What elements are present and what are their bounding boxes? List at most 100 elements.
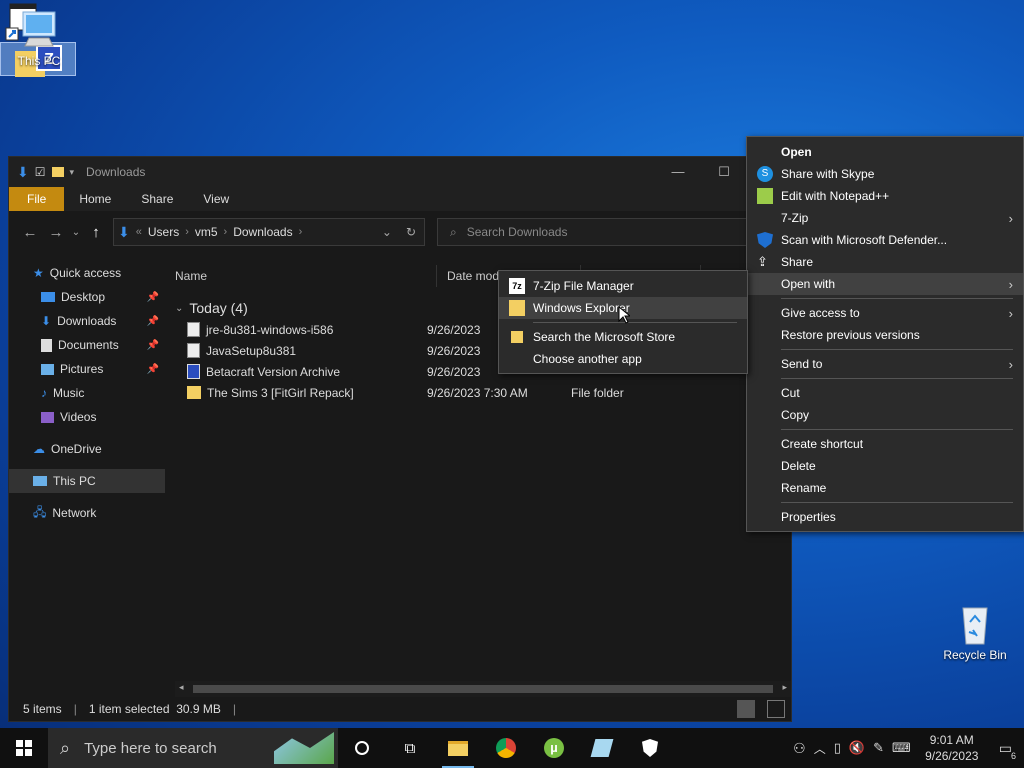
tab-home[interactable]: Home [64, 187, 126, 211]
taskbar-notepad[interactable] [578, 728, 626, 768]
nav-quick-access[interactable]: ★ Quick access [9, 261, 165, 285]
nav-downloads[interactable]: ⬇ Downloads 📌 [9, 309, 165, 333]
nav-desktop[interactable]: Desktop 📌 [9, 285, 165, 309]
chrome-icon [496, 738, 516, 758]
status-bar: 5 items | 1 item selected 30.9 MB | [9, 697, 791, 721]
quick-access-toolbar-dropdown[interactable]: ▾ [70, 167, 75, 178]
horizontal-scrollbar[interactable]: ◂ ▸ [175, 681, 791, 697]
chevron-right-icon[interactable]: › [224, 226, 228, 238]
menu-search-microsoft-store[interactable]: Search the Microsoft Store [499, 326, 747, 348]
recent-locations-dropdown[interactable]: ⌄ [69, 227, 83, 238]
forward-button[interactable]: → [43, 224, 69, 241]
file-name: jre-8u381-windows-i586 [206, 322, 334, 337]
selection-info: 1 item selected 30.9 MB [88, 702, 221, 716]
properties-icon[interactable]: ☑ [35, 165, 46, 179]
menu-create-shortcut[interactable]: Create shortcut [747, 433, 1023, 455]
menu-open[interactable]: Open [747, 141, 1023, 163]
refresh-icon[interactable]: ↻ [398, 225, 424, 239]
pin-icon[interactable]: 📌 [147, 316, 159, 327]
scroll-right-icon[interactable]: ▸ [782, 682, 787, 693]
notepadpp-icon [757, 188, 773, 204]
pin-icon[interactable]: 📌 [147, 340, 159, 351]
clock[interactable]: 9:01 AM 9/26/2023 [919, 732, 985, 764]
menu-properties[interactable]: Properties [747, 506, 1023, 528]
back-button[interactable]: ← [17, 224, 43, 241]
music-note-icon: ♪ [41, 386, 47, 400]
scrollbar-thumb[interactable] [193, 685, 773, 693]
search-icon: ⌕ [60, 737, 71, 758]
chevron-up-icon[interactable]: ︿ [814, 740, 826, 757]
start-button[interactable] [0, 728, 48, 768]
menu-rename[interactable]: Rename [747, 477, 1023, 499]
column-name[interactable]: Name [165, 265, 437, 287]
menu-7zip-file-manager[interactable]: 7z 7-Zip File Manager [499, 275, 747, 297]
breadcrumb-users[interactable]: Users [148, 225, 179, 239]
pin-icon[interactable]: 📌 [147, 364, 159, 375]
download-arrow-icon: ⬇ [118, 223, 130, 240]
task-view-cortana-button[interactable] [338, 728, 386, 768]
taskbar-file-explorer[interactable] [434, 728, 482, 768]
menu-choose-another-app[interactable]: Choose another app [499, 348, 747, 370]
nav-videos[interactable]: Videos [9, 405, 165, 429]
menu-open-with[interactable]: Open with › [747, 273, 1023, 295]
details-view-button[interactable] [737, 700, 755, 718]
nav-pictures[interactable]: Pictures 📌 [9, 357, 165, 381]
search-input[interactable]: ⌕ Search Downloads [437, 218, 749, 246]
breadcrumb-downloads[interactable]: Downloads [233, 225, 292, 239]
breadcrumb-vm5[interactable]: vm5 [195, 225, 218, 239]
up-button[interactable]: ↑ [83, 224, 109, 241]
file-name: JavaSetup8u381 [206, 343, 297, 358]
folder-icon[interactable] [51, 167, 64, 177]
volume-muted-icon[interactable]: 🔇 [849, 740, 865, 756]
notification-center-button[interactable]: ▭ 6 [993, 740, 1018, 761]
nav-music[interactable]: ♪ Music [9, 381, 165, 405]
desktop-icon-recycle-bin[interactable]: Recycle Bin [940, 602, 1010, 662]
tab-share[interactable]: Share [126, 187, 188, 211]
file-name: Betacraft Version Archive [206, 364, 341, 379]
pen-icon[interactable]: ✎ [873, 740, 884, 756]
taskbar: ⌕ Type here to search ⧉ µ ⚇ ︿ ▯ 🔇 ✎ ⌨ 9:… [0, 728, 1024, 768]
taskbar-utorrent[interactable]: µ [530, 728, 578, 768]
desktop-icon-this-pc[interactable]: This PC [4, 8, 74, 68]
address-dropdown-icon[interactable]: ⌄ [382, 225, 392, 239]
nav-this-pc[interactable]: This PC [9, 469, 165, 493]
taskbar-chrome[interactable] [482, 728, 530, 768]
tab-view[interactable]: View [188, 187, 244, 211]
share-icon: ⇪ [757, 254, 768, 269]
store-icon [509, 329, 525, 345]
taskbar-search-box[interactable]: ⌕ Type here to search [48, 728, 338, 768]
minimize-button[interactable]: — [655, 161, 701, 183]
tab-file[interactable]: File [9, 187, 65, 211]
chevron-right-icon[interactable]: › [185, 226, 189, 238]
scroll-left-icon[interactable]: ◂ [179, 682, 184, 693]
task-view-button[interactable]: ⧉ [386, 728, 434, 768]
menu-restore-previous-versions[interactable]: Restore previous versions [747, 324, 1023, 346]
menu-scan-defender[interactable]: Scan with Microsoft Defender... [747, 229, 1023, 251]
menu-share-with-skype[interactable]: S Share with Skype [747, 163, 1023, 185]
pin-icon[interactable]: 📌 [147, 292, 159, 303]
network-icon[interactable]: ▯ [834, 740, 841, 756]
menu-edit-with-notepadpp[interactable]: Edit with Notepad++ [747, 185, 1023, 207]
address-bar[interactable]: ⬇ « Users › vm5 › Downloads › ⌄ ↻ [113, 218, 425, 246]
menu-7zip[interactable]: 7-Zip › [747, 207, 1023, 229]
keyboard-icon[interactable]: ⌨ [892, 740, 911, 756]
people-icon[interactable]: ⚇ [793, 740, 806, 757]
menu-send-to[interactable]: Send to › [747, 353, 1023, 375]
menu-copy[interactable]: Copy [747, 404, 1023, 426]
chevron-right-icon[interactable]: › [299, 226, 303, 238]
java-installer-icon [187, 322, 200, 337]
taskbar-defender[interactable] [626, 728, 674, 768]
nav-label: Music [53, 386, 85, 400]
nav-network[interactable]: 🖧 Network [9, 501, 165, 525]
menu-share[interactable]: ⇪ Share [747, 251, 1023, 273]
menu-cut[interactable]: Cut [747, 382, 1023, 404]
nav-onedrive[interactable]: ☁ OneDrive [9, 437, 165, 461]
menu-give-access-to[interactable]: Give access to › [747, 302, 1023, 324]
maximize-button[interactable]: ☐ [701, 161, 747, 183]
breadcrumb-overflow-icon[interactable]: « [136, 226, 142, 238]
7zip-icon: 7z [509, 278, 525, 294]
large-icons-view-button[interactable] [767, 700, 785, 718]
file-row[interactable]: The Sims 3 [FitGirl Repack] 9/26/2023 7:… [165, 382, 791, 403]
menu-delete[interactable]: Delete [747, 455, 1023, 477]
nav-documents[interactable]: Documents 📌 [9, 333, 165, 357]
